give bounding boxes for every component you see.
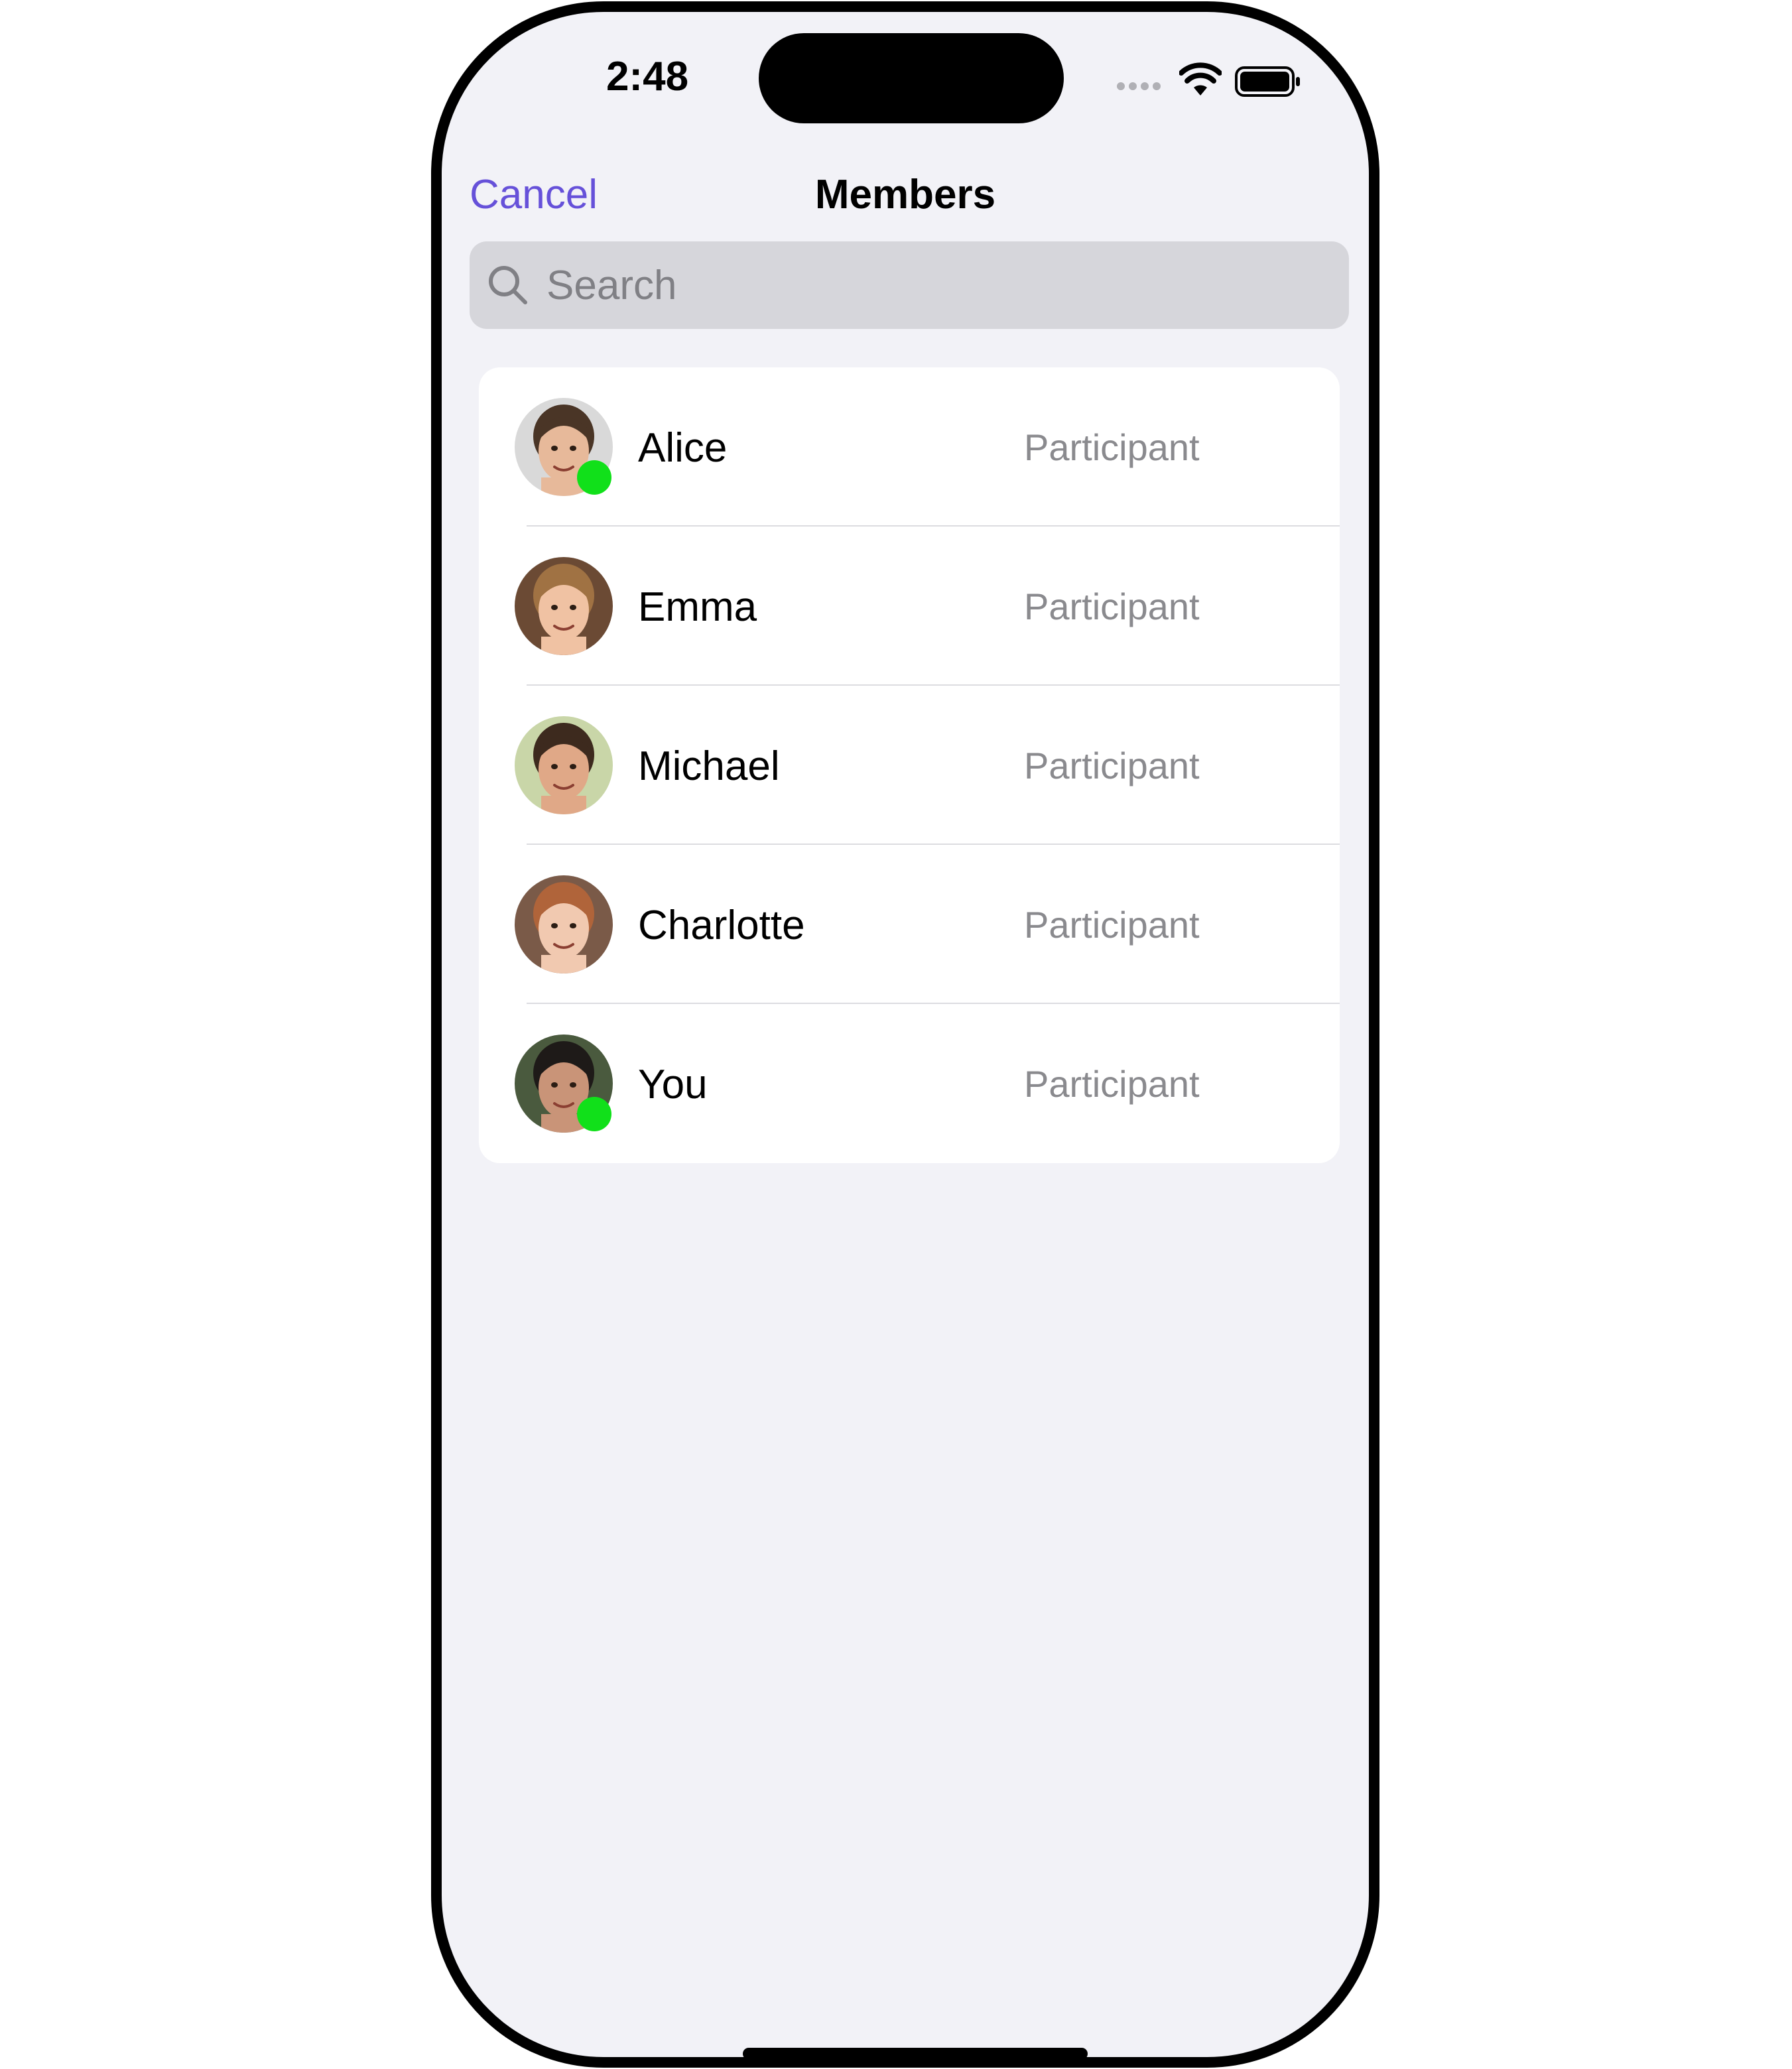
page-title: Members: [814, 172, 996, 218]
member-role: Participant: [1024, 904, 1200, 946]
wifi-icon: [1179, 62, 1222, 95]
member-name: Michael: [638, 743, 780, 789]
member-row[interactable]: Alice Participant: [479, 367, 1340, 527]
member-row[interactable]: You Participant: [479, 1004, 1340, 1163]
members-list: Alice Participant Emma Participant Micha…: [479, 367, 1340, 1163]
member-role: Participant: [1024, 426, 1200, 468]
member-row[interactable]: Michael Participant: [479, 686, 1340, 845]
member-role: Participant: [1024, 1063, 1200, 1105]
search-input[interactable]: [546, 261, 1309, 309]
member-role: Participant: [1024, 586, 1200, 627]
dynamic-island: [759, 33, 1064, 123]
home-indicator[interactable]: [743, 2048, 1088, 2057]
avatar: [515, 716, 613, 814]
member-name: Emma: [638, 584, 757, 630]
member-name: Alice: [638, 425, 728, 471]
search-bar[interactable]: [470, 241, 1349, 329]
online-status-indicator: [577, 1097, 611, 1131]
member-row[interactable]: Emma Participant: [479, 527, 1340, 686]
member-role: Participant: [1024, 745, 1200, 786]
status-time: 2:48: [606, 54, 689, 99]
member-name: Charlotte: [638, 903, 805, 948]
phone-frame: 2:48 Cancel Members Alice Participant: [431, 1, 1379, 2068]
member-name: You: [638, 1062, 708, 1107]
signal-icon: [1117, 82, 1161, 90]
online-status-indicator: [577, 460, 611, 495]
avatar: [515, 875, 613, 973]
member-row[interactable]: Charlotte Participant: [479, 845, 1340, 1004]
battery-icon: [1235, 66, 1300, 97]
avatar: [515, 557, 613, 655]
search-icon: [489, 266, 527, 304]
